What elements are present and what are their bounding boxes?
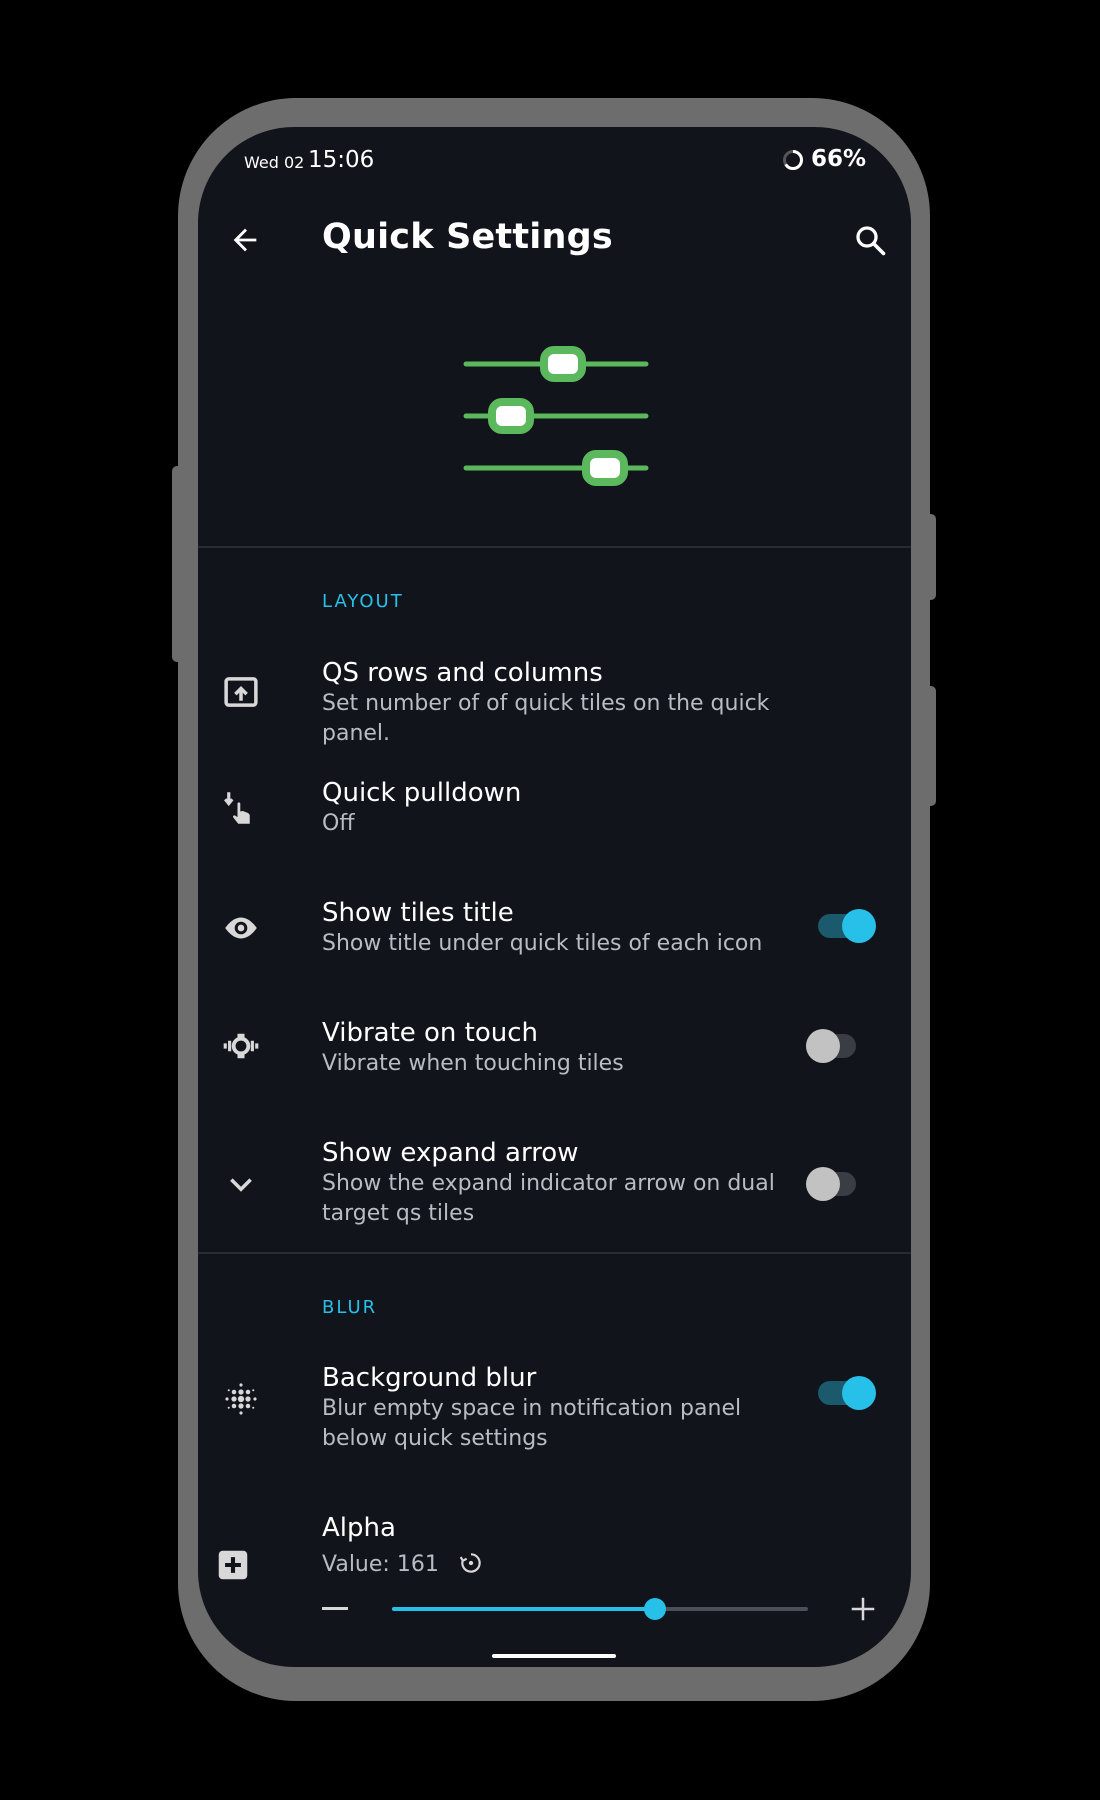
show-expand-arrow-toggle[interactable] bbox=[806, 1167, 856, 1201]
chevron-down-icon bbox=[230, 1178, 252, 1192]
divider bbox=[198, 546, 911, 548]
slider-thumb[interactable] bbox=[643, 1598, 666, 1620]
vibrate-on-touch-toggle[interactable] bbox=[806, 1029, 856, 1063]
setting-show-expand-arrow[interactable]: Show expand arrow Show the expand indica… bbox=[198, 1137, 911, 1257]
divider bbox=[198, 1252, 911, 1254]
volume-button bbox=[172, 466, 182, 662]
setting-show-tiles-title[interactable]: Show tiles title Show title under quick … bbox=[198, 897, 911, 987]
setting-subtitle: Set number of of quick tiles on the quic… bbox=[322, 691, 770, 746]
setting-title: Alpha bbox=[322, 1513, 396, 1543]
setting-title: Background blur bbox=[322, 1363, 537, 1393]
setting-title: Show expand arrow bbox=[322, 1138, 579, 1168]
status-time: 15:06 bbox=[308, 147, 375, 173]
setting-vibrate-on-touch[interactable]: Vibrate on touch Vibrate when touching t… bbox=[198, 1017, 911, 1107]
show-tiles-title-toggle[interactable] bbox=[818, 909, 876, 943]
section-header-layout: LAYOUT bbox=[322, 591, 404, 612]
setting-subtitle: Vibrate when touching tiles bbox=[322, 1051, 624, 1076]
toggle-thumb bbox=[842, 1376, 876, 1410]
power-button bbox=[926, 514, 936, 600]
setting-qs-rows-columns[interactable]: QS rows and columns Set number of of qui… bbox=[198, 657, 911, 747]
app-bar: Quick Settings bbox=[198, 187, 911, 297]
alpha-slider[interactable] bbox=[392, 1598, 808, 1620]
setting-subtitle: Show title under quick tiles of each ico… bbox=[322, 931, 763, 956]
section-header-blur: BLUR bbox=[322, 1297, 378, 1318]
page-title: Quick Settings bbox=[322, 217, 613, 257]
reset-icon[interactable] bbox=[458, 1550, 484, 1576]
setting-subtitle: Show the expand indicator arrow on dual … bbox=[322, 1171, 775, 1226]
screen: Wed 02 15:06 66% Quick Settings LAYOUT Q… bbox=[198, 127, 911, 1667]
setting-quick-pulldown[interactable]: Quick pulldown Off bbox=[198, 777, 911, 867]
plus-icon[interactable] bbox=[848, 1594, 878, 1624]
swipe-down-hand-icon bbox=[224, 792, 250, 824]
open-in-panel-icon bbox=[224, 677, 258, 707]
toggle-thumb bbox=[806, 1029, 840, 1063]
setting-subtitle: Blur empty space in notification panel b… bbox=[322, 1396, 742, 1451]
blur-dots-icon bbox=[225, 1383, 257, 1415]
vibrate-icon bbox=[223, 1033, 259, 1059]
arrow-back-icon[interactable] bbox=[228, 223, 262, 257]
hero-illustration bbox=[198, 297, 911, 544]
alpha-value-text: Value: 161 bbox=[322, 1552, 439, 1577]
setting-background-blur[interactable]: Background blur Blur empty space in noti… bbox=[198, 1362, 911, 1462]
search-icon[interactable] bbox=[852, 222, 888, 258]
status-bar: Wed 02 15:06 66% bbox=[198, 127, 911, 187]
background-blur-toggle[interactable] bbox=[818, 1376, 876, 1410]
setting-title: Show tiles title bbox=[322, 898, 514, 928]
toggle-thumb bbox=[842, 909, 876, 943]
setting-subtitle: Off bbox=[322, 811, 355, 836]
status-date: Wed 02 bbox=[244, 153, 305, 172]
battery-percent: 66% bbox=[811, 146, 867, 172]
setting-title: Quick pulldown bbox=[322, 778, 522, 808]
minus-icon[interactable] bbox=[322, 1607, 348, 1610]
battery-circle-icon bbox=[783, 150, 803, 170]
slider-fill bbox=[392, 1607, 655, 1611]
alpha-value-row: Value: 161 bbox=[322, 1550, 791, 1580]
eye-icon bbox=[225, 917, 257, 939]
setting-title: Vibrate on touch bbox=[322, 1018, 539, 1048]
setting-alpha[interactable]: Alpha Value: 161 bbox=[198, 1512, 911, 1662]
home-indicator[interactable] bbox=[492, 1654, 616, 1658]
plus-box-icon bbox=[218, 1550, 248, 1580]
sliders-illustration-icon bbox=[463, 346, 649, 486]
toggle-thumb bbox=[806, 1167, 840, 1201]
side-button bbox=[926, 686, 936, 806]
setting-title: QS rows and columns bbox=[322, 658, 603, 688]
